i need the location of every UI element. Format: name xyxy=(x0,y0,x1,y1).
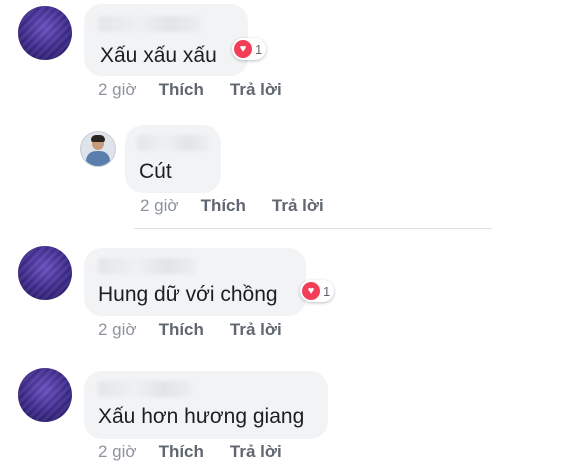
avatar[interactable] xyxy=(18,6,72,60)
timestamp[interactable]: 2 giờ xyxy=(140,196,179,216)
like-button[interactable]: Thích xyxy=(201,196,246,216)
author-name[interactable] xyxy=(98,16,202,32)
like-button[interactable]: Thích xyxy=(159,80,204,100)
reaction-badge[interactable]: ♥ 1 xyxy=(232,38,267,60)
reaction-count: 1 xyxy=(323,283,331,299)
comment-actions: 2 giờ Thích Trả lời xyxy=(98,80,282,100)
comment-bubble: Hung dữ với chồng xyxy=(84,248,306,316)
timestamp[interactable]: 2 giờ xyxy=(98,80,137,100)
heart-icon: ♥ xyxy=(302,282,320,300)
comment-text: Cút xyxy=(139,160,172,183)
comment-actions: 2 giờ Thích Trả lời xyxy=(98,442,282,462)
author-name[interactable] xyxy=(137,135,209,151)
heart-icon: ♥ xyxy=(234,40,252,58)
avatar[interactable] xyxy=(80,131,116,167)
divider xyxy=(134,228,492,229)
comment-bubble: Xấu hơn hương giang xyxy=(84,371,328,439)
avatar[interactable] xyxy=(18,368,72,422)
comment-bubble: Cút xyxy=(125,125,221,193)
reply-button[interactable]: Trả lời xyxy=(230,80,282,100)
comment-text: Hung dữ với chồng xyxy=(98,283,278,306)
author-name[interactable] xyxy=(98,381,192,397)
comment-actions: 2 giờ Thích Trả lời xyxy=(140,196,324,216)
timestamp[interactable]: 2 giờ xyxy=(98,320,137,340)
reply-button[interactable]: Trả lời xyxy=(272,196,324,216)
like-button[interactable]: Thích xyxy=(159,442,204,462)
reaction-badge[interactable]: ♥ 1 xyxy=(300,280,335,302)
like-button[interactable]: Thích xyxy=(159,320,204,340)
comment-actions: 2 giờ Thích Trả lời xyxy=(98,320,282,340)
reply-button[interactable]: Trả lời xyxy=(230,320,282,340)
comment-text: Xấu xấu xấu xyxy=(100,44,217,67)
comment-bubble: Xấu xấu xấu xyxy=(84,4,248,76)
avatar[interactable] xyxy=(18,246,72,300)
reply-button[interactable]: Trả lời xyxy=(230,442,282,462)
author-name[interactable] xyxy=(98,258,196,274)
timestamp[interactable]: 2 giờ xyxy=(98,442,137,462)
comment-text: Xấu hơn hương giang xyxy=(98,405,305,428)
reaction-count: 1 xyxy=(255,41,263,57)
